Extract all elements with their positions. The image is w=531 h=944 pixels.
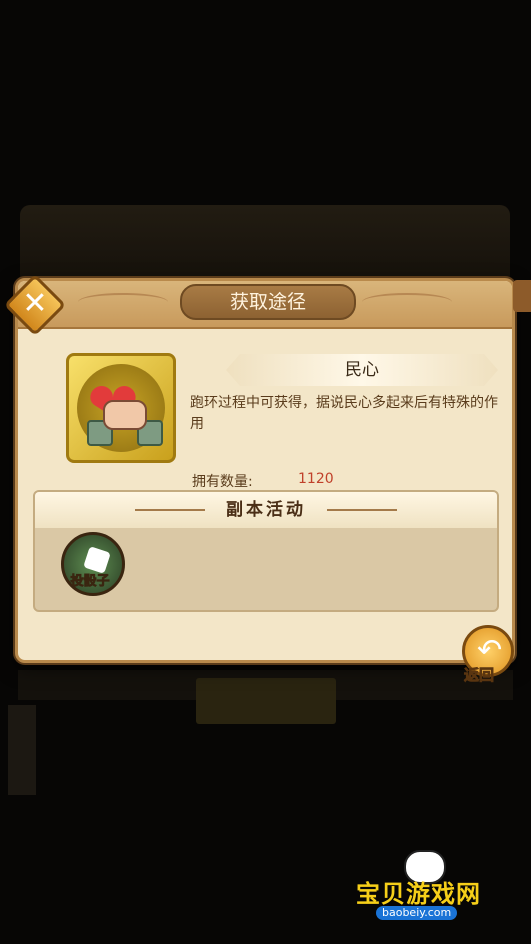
own-count-value: 1120 xyxy=(298,471,334,487)
item-description: 跑环过程中可获得，据说民心多起来后有特殊的作用 xyxy=(190,395,498,432)
watermark-text: 宝贝游戏网 xyxy=(356,880,481,908)
activity-label: 投骰子 xyxy=(70,574,110,590)
section-title: 副本活动 xyxy=(226,500,306,520)
side-tab[interactable] xyxy=(513,280,531,312)
own-count-label: 拥有数量: xyxy=(192,474,253,490)
item-icon-bg: ❤ xyxy=(77,364,165,452)
item-icon-frame: ❤ xyxy=(66,353,176,463)
section-header: 副本活动 xyxy=(35,492,497,528)
dialog-header: 获取途径 xyxy=(18,281,512,329)
dialog-title: 获取途径 xyxy=(180,284,356,320)
background-button xyxy=(196,678,336,724)
close-icon[interactable]: ✕ xyxy=(13,283,57,327)
header-ornament-left xyxy=(78,293,168,311)
activity-dice-button[interactable]: 投骰子 xyxy=(59,530,125,596)
header-ornament-right xyxy=(362,293,452,311)
handshake-icon xyxy=(103,400,147,430)
background-side-tab xyxy=(8,705,36,795)
back-button-label[interactable]: 返回 xyxy=(464,664,495,685)
item-name: 民心 xyxy=(345,360,379,380)
return-arrow-icon: ↶ xyxy=(477,633,503,668)
watermark-url: baobeiy.com xyxy=(376,906,458,920)
watermark-logo: 宝贝游戏网 baobeiy.com xyxy=(356,850,506,922)
